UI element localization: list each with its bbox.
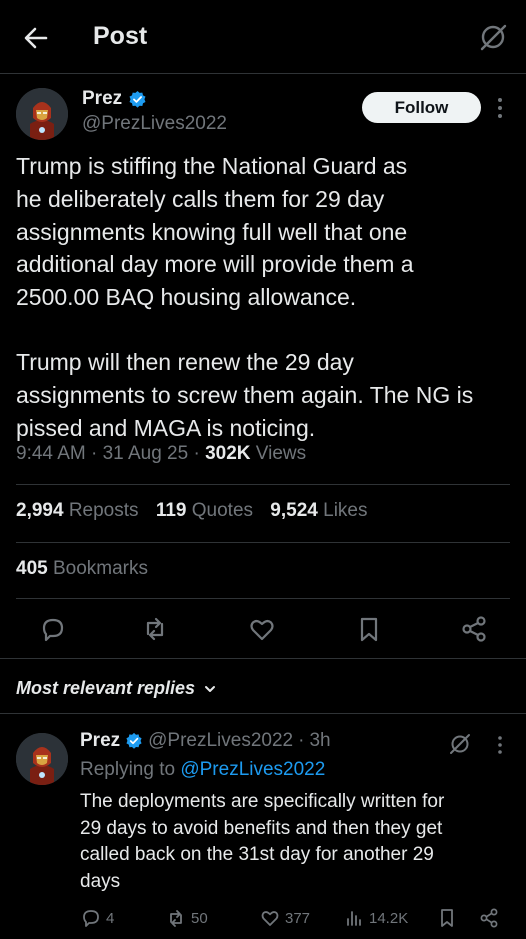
more-options-icon[interactable] — [496, 734, 504, 756]
likes-stat[interactable]: 9,524 Likes — [270, 500, 367, 521]
post-meta: 9:44 AM · 31 Aug 25 · 302K Views — [16, 443, 306, 465]
grok-icon[interactable] — [448, 732, 472, 756]
quotes-label: Quotes — [191, 500, 254, 521]
reposts-label: Reposts — [68, 500, 139, 521]
repost-icon[interactable] — [140, 614, 170, 644]
likes-count: 9,524 — [270, 500, 318, 521]
post-text-line: additional day more will provide them a — [16, 251, 414, 278]
divider — [0, 713, 526, 714]
reposts-count: 2,994 — [16, 500, 64, 521]
like-icon — [261, 911, 279, 926]
repost-icon — [170, 910, 182, 927]
grok-icon[interactable] — [478, 22, 508, 52]
divider — [0, 658, 526, 659]
bookmark-icon[interactable] — [354, 614, 384, 644]
likes-label: Likes — [323, 500, 368, 521]
bookmarks-label: Bookmarks — [52, 558, 149, 579]
meta-separator: · — [91, 443, 103, 464]
replying-prefix: Replying to — [80, 759, 176, 780]
author-name-row: Prez — [82, 88, 147, 110]
post-text-line: assignments to screw them again. The NG … — [16, 381, 474, 408]
reply-text-line: The deployments are specifically written… — [80, 791, 445, 812]
reply-views-count: 14.2K — [369, 909, 409, 927]
reply-age[interactable]: 3h — [309, 730, 330, 752]
replying-handle[interactable]: @PrezLives2022 — [180, 759, 325, 780]
reply-likes-count: 377 — [285, 909, 311, 927]
follow-button[interactable]: Follow — [362, 92, 481, 123]
post-time[interactable]: 9:44 AM — [16, 443, 86, 464]
replies-sort-dropdown[interactable]: Most relevant replies — [16, 678, 217, 699]
reply-text-line: days — [80, 870, 121, 892]
post-date[interactable]: 31 Aug 25 — [103, 443, 189, 464]
reply-header: Prez @PrezLives2022 · 3h — [80, 730, 331, 752]
views-count: 302K — [205, 443, 251, 464]
replying-to: Replying to @PrezLives2022 — [80, 759, 325, 781]
author-handle[interactable]: @PrezLives2022 — [82, 113, 227, 135]
post-text-line: Trump will then renew the 29 day — [16, 348, 354, 375]
views-label: Views — [255, 443, 307, 464]
post-text-line: Trump is stiffing the National Guard as — [16, 153, 408, 179]
views-icon — [347, 911, 361, 926]
bookmarks-count: 405 — [16, 558, 48, 579]
reply-replies-count: 4 — [106, 909, 115, 927]
reply-share-button[interactable] — [478, 907, 500, 929]
meta-separator: · — [193, 443, 206, 464]
reply-reposts-count: 50 — [191, 909, 208, 927]
replies-sort-label: Most relevant replies — [16, 678, 196, 698]
quotes-count: 119 — [155, 500, 187, 521]
author-avatar[interactable] — [16, 88, 68, 140]
divider — [16, 484, 510, 485]
top-bar: Post — [0, 0, 526, 74]
divider — [16, 542, 510, 543]
reply-text: The deployments are specifically written… — [80, 789, 510, 895]
arrow-left-icon[interactable] — [20, 22, 52, 54]
post-text: Trump is stiffing the National Guard as … — [16, 150, 516, 444]
post-text-line: pissed and MAGA is noticing. — [16, 414, 316, 441]
reply-text-line: 29 days to avoid benefits and then they … — [80, 817, 443, 839]
post-text-line: assignments knowing full well that one — [16, 218, 408, 245]
avatar-image — [16, 88, 68, 140]
reply-icon[interactable] — [38, 614, 68, 644]
reply-icon — [83, 910, 99, 927]
bookmark-icon — [441, 909, 453, 927]
share-icon — [480, 908, 498, 928]
reply-author-name[interactable]: Prez — [80, 730, 120, 752]
post-text-line: he deliberately calls them for 29 day — [16, 185, 385, 212]
reply-views-button[interactable]: 14.2K — [343, 907, 408, 929]
more-options-icon[interactable] — [495, 96, 505, 120]
verified-badge-icon — [129, 90, 146, 108]
reply-repost-button[interactable]: 50 — [165, 907, 208, 929]
meta-separator: · — [298, 730, 305, 751]
divider — [16, 598, 510, 599]
reply-author-avatar[interactable] — [16, 733, 68, 785]
share-icon[interactable] — [459, 614, 489, 644]
reply-like-button[interactable]: 377 — [259, 907, 310, 929]
author-name[interactable]: Prez — [82, 88, 122, 110]
engagement-stats: 2,994 Reposts 119 Quotes 9,524 Likes — [16, 500, 367, 522]
reply-reply-button[interactable]: 4 — [80, 907, 114, 929]
like-icon[interactable] — [247, 614, 277, 644]
quotes-stat[interactable]: 119 Quotes — [156, 500, 253, 521]
page-title: Post — [93, 22, 148, 50]
bookmarks-stat[interactable]: 405 Bookmarks — [16, 558, 148, 580]
post-text-line: 2500.00 BAQ housing allowance. — [16, 284, 357, 311]
chevron-down-icon — [205, 685, 216, 692]
verified-badge-icon — [126, 732, 142, 749]
reply-author-handle[interactable]: @PrezLives2022 — [148, 730, 293, 752]
reply-text-line: called back on the 31st day for another … — [80, 844, 434, 865]
avatar-image — [16, 733, 68, 785]
reposts-stat[interactable]: 2,994 Reposts — [16, 500, 139, 521]
reply-bookmark-button[interactable] — [436, 907, 458, 929]
